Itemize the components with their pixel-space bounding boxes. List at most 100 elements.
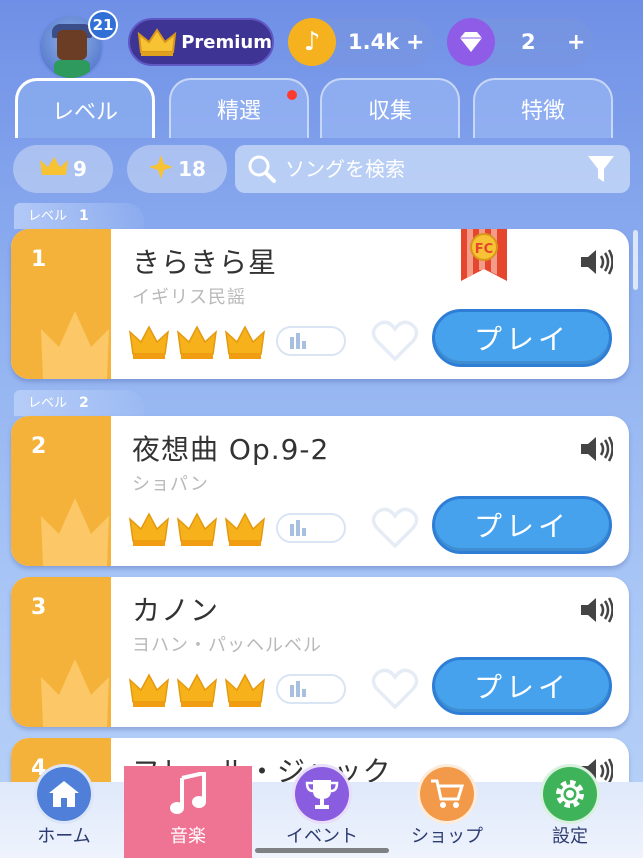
- gems-value: 2: [521, 30, 536, 54]
- nav-label: 設定: [552, 826, 588, 847]
- crown-rating: [129, 672, 265, 708]
- song-rank-column: 2: [11, 416, 111, 566]
- category-tabs: レベル 精選 収集 特徴: [15, 78, 615, 138]
- tab-label: レベル: [51, 99, 118, 125]
- trophy-icon: [292, 764, 352, 824]
- crown-icon: [225, 512, 265, 546]
- favorite-heart-icon[interactable]: [371, 319, 419, 367]
- top-bar: 21 Premium ♪ 1.4k + 2 +: [0, 0, 643, 80]
- song-rank-column: 1: [11, 229, 111, 379]
- song-card[interactable]: 1 きらきら星 イギリス民謡 FC プレイ: [11, 229, 629, 379]
- crown-count: 9: [73, 157, 87, 181]
- level-label-number: 1: [79, 208, 89, 224]
- crown-icon: [177, 325, 217, 359]
- notification-dot: [287, 90, 297, 100]
- nav-music[interactable]: 音楽: [124, 766, 252, 858]
- tab-featured[interactable]: 精選: [169, 78, 309, 138]
- song-number: 2: [31, 434, 47, 459]
- favorite-heart-icon[interactable]: [371, 667, 419, 715]
- speaker-icon[interactable]: [579, 595, 614, 629]
- premium-label: Premium: [181, 31, 272, 53]
- nav-events[interactable]: イベント: [258, 764, 386, 858]
- bar-chart-icon: [290, 681, 306, 697]
- bar-chart-icon: [290, 520, 306, 536]
- song-title: 夜想曲 Op.9-2: [132, 433, 330, 466]
- sparkle-icon: [148, 154, 174, 185]
- nav-settings[interactable]: 設定: [506, 764, 634, 858]
- nav-label: 音楽: [170, 826, 206, 847]
- scrollbar[interactable]: [633, 230, 638, 290]
- crown-icon: [129, 673, 169, 707]
- song-artist: イギリス民謡: [132, 287, 246, 308]
- music-note-icon: [158, 764, 218, 824]
- crown-icon: [177, 673, 217, 707]
- crown-icon: [177, 512, 217, 546]
- nav-label: イベント: [286, 826, 358, 847]
- song-card[interactable]: 2 夜想曲 Op.9-2 ショパン プレイ: [11, 416, 629, 566]
- song-title: きらきら星: [132, 246, 278, 279]
- bar-chart-icon: [290, 333, 306, 349]
- level-label-text: レベル: [28, 396, 68, 411]
- star-count: 18: [178, 157, 206, 181]
- level-label-text: レベル: [28, 209, 68, 224]
- crown-watermark-icon: [41, 498, 109, 566]
- song-search-bar[interactable]: [235, 145, 630, 193]
- filter-funnel-icon[interactable]: [586, 153, 616, 189]
- svg-text:FC: FC: [475, 242, 493, 257]
- nav-shop[interactable]: ショップ: [383, 764, 511, 858]
- bottom-navigation: ホーム 音楽 イベント ショップ 設定: [0, 764, 643, 858]
- difficulty-indicator: [276, 674, 346, 704]
- add-coins-button[interactable]: +: [406, 30, 424, 55]
- tab-label: 精選: [216, 99, 261, 124]
- play-button[interactable]: プレイ: [432, 496, 612, 554]
- song-title: カノン: [132, 594, 220, 627]
- crown-icon: [136, 22, 177, 62]
- favorite-heart-icon[interactable]: [371, 506, 419, 554]
- play-button[interactable]: プレイ: [432, 309, 612, 367]
- coins-value: 1.4k: [348, 30, 400, 54]
- crown-icon: [225, 673, 265, 707]
- difficulty-indicator: [276, 513, 346, 543]
- difficulty-indicator: [276, 326, 346, 356]
- tab-feature[interactable]: 特徴: [473, 78, 613, 138]
- coins-counter[interactable]: ♪ 1.4k +: [288, 18, 434, 66]
- home-indicator: [255, 848, 389, 853]
- premium-button[interactable]: Premium: [128, 18, 274, 66]
- tab-level[interactable]: レベル: [15, 78, 155, 138]
- speaker-icon[interactable]: [579, 434, 614, 468]
- crown-watermark-icon: [41, 659, 109, 727]
- tab-label: 特徴: [520, 99, 565, 124]
- tab-collection[interactable]: 収集: [320, 78, 460, 138]
- full-combo-badge: FC: [457, 229, 511, 289]
- nav-home[interactable]: ホーム: [0, 764, 128, 858]
- level-section-label: レベル 1: [14, 203, 144, 229]
- star-filter[interactable]: 18: [127, 145, 227, 193]
- crown-watermark-icon: [41, 311, 109, 379]
- diamond-icon: [447, 18, 495, 66]
- song-artist: ショパン: [132, 474, 209, 495]
- play-button[interactable]: プレイ: [432, 657, 612, 715]
- song-artist: ヨハン・パッヘルベル: [132, 635, 322, 656]
- gear-icon: [540, 764, 600, 824]
- speaker-icon[interactable]: [579, 247, 614, 281]
- gems-counter[interactable]: 2 +: [447, 18, 593, 66]
- player-level-badge: 21: [88, 10, 118, 40]
- search-input[interactable]: [285, 157, 585, 181]
- shopping-cart-icon: [417, 764, 477, 824]
- crown-icon: [225, 325, 265, 359]
- song-number: 3: [31, 595, 47, 620]
- add-gems-button[interactable]: +: [567, 30, 585, 55]
- crown-icon: [39, 155, 69, 184]
- nav-label: ホーム: [37, 826, 91, 847]
- crown-icon: [129, 512, 169, 546]
- search-icon: [245, 152, 279, 186]
- level-section-label: レベル 2: [14, 390, 144, 416]
- nav-label: ショップ: [411, 826, 483, 847]
- home-icon: [34, 764, 94, 824]
- crown-filter[interactable]: 9: [13, 145, 113, 193]
- song-card[interactable]: 3 カノン ヨハン・パッヘルベル プレイ: [11, 577, 629, 727]
- crown-rating: [129, 324, 265, 360]
- song-rank-column: 3: [11, 577, 111, 727]
- crown-icon: [129, 325, 169, 359]
- level-label-number: 2: [79, 395, 89, 411]
